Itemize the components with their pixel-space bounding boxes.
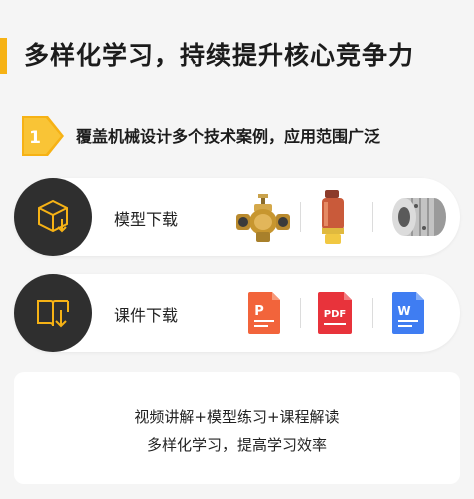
valve-model-thumbnail[interactable] — [232, 192, 294, 244]
model-download-row[interactable]: 模型下载 — [14, 178, 460, 256]
divider — [300, 202, 301, 232]
model-download-circle — [14, 178, 92, 256]
intro-text: 覆盖机械设计多个技术案例，应用范围广泛 — [76, 127, 381, 146]
page-title: 多样化学习，持续提升核心竞争力 — [24, 41, 415, 70]
divider — [372, 202, 373, 232]
divider — [300, 298, 301, 328]
word-file-icon[interactable]: W — [390, 290, 428, 336]
pdf-letter: PDF — [324, 309, 346, 320]
word-letter: W — [397, 304, 410, 318]
book-download-icon — [37, 300, 69, 328]
course-download-label: 课件下载 — [114, 306, 179, 325]
number-badge: 1 — [22, 116, 64, 156]
box-download-icon — [38, 199, 68, 233]
summary-line-2: 多样化学习，提高学习效率 — [146, 436, 327, 454]
divider — [372, 298, 373, 328]
title-accent-bar — [0, 38, 7, 74]
badge-number: 1 — [29, 128, 41, 148]
course-download-circle — [14, 274, 92, 352]
summary-box: 视频讲解+模型练习+课程解读 多样化学习，提高学习效率 — [14, 372, 460, 484]
cylinder-model-thumbnail[interactable] — [316, 188, 350, 246]
model-download-label: 模型下载 — [114, 210, 179, 229]
summary-line-1: 视频讲解+模型练习+课程解读 — [134, 408, 340, 426]
ppt-file-icon[interactable]: P — [246, 290, 284, 336]
ppt-letter: P — [254, 304, 264, 319]
coupling-model-thumbnail[interactable] — [390, 194, 450, 240]
pdf-file-icon[interactable]: PDF — [316, 290, 356, 336]
course-download-row[interactable]: 课件下载 P PDF W — [14, 274, 460, 352]
